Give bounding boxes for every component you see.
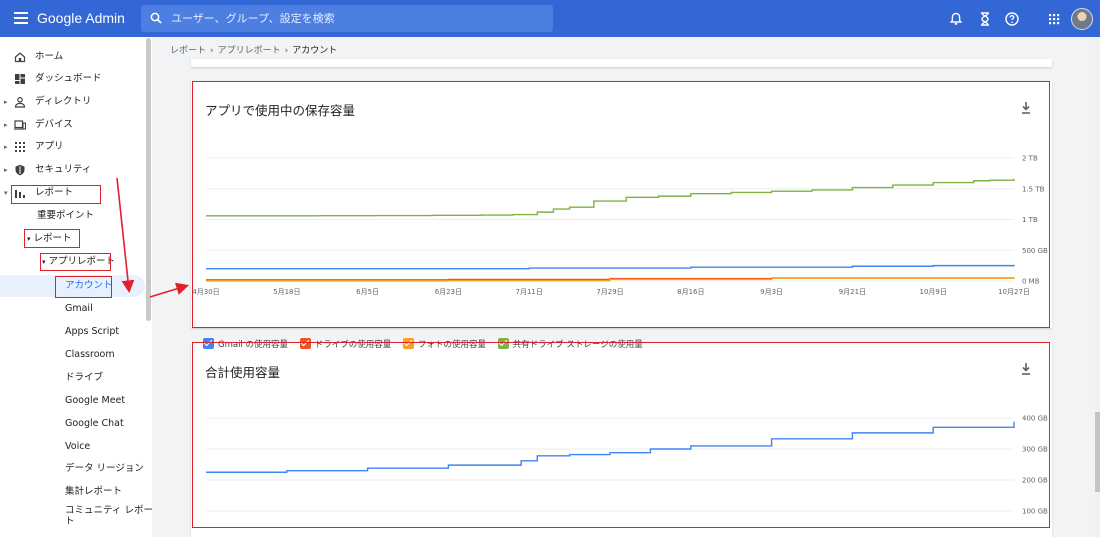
collapse-arrow-icon: ▾ (42, 258, 46, 266)
bar-chart-icon (15, 190, 25, 198)
sidebar-item-label: Gmail (65, 303, 93, 314)
apps-grid-icon[interactable] (1046, 11, 1062, 27)
sidebar-item-label: 重要ポイント (37, 210, 95, 221)
search-input[interactable] (171, 9, 541, 28)
sidebar-item-dashboard[interactable]: ダッシュボード (0, 68, 140, 90)
sidebar-item-directory[interactable]: ▸ ディレクトリ (0, 91, 140, 113)
dashboard-icon (15, 74, 25, 84)
devices-icon (14, 120, 26, 130)
sidebar-item-label: コミュニティ レポー (65, 505, 152, 516)
sidebar-item-label: ディレクトリ (35, 96, 92, 107)
sidebar-item-label: Google Chat (65, 418, 124, 429)
y-tick-label: 300 GB (1022, 446, 1048, 454)
main-content: レポート › アプリレポート › アカウント アプリで使用中の保存容量 合計使用容量 0… (152, 37, 1096, 537)
sidebar-item-reports[interactable]: ▾ レポート (0, 182, 140, 204)
expand-arrow-icon: ▸ (4, 166, 8, 174)
apps-grid-icon (15, 142, 25, 152)
total-usage-chart: 100 GB 200 GB 300 GB 400 GB (206, 415, 1048, 516)
sidebar-scrollbar[interactable] (146, 38, 151, 321)
collapse-arrow-icon: ▾ (27, 235, 31, 243)
sidebar-item-home[interactable]: ホーム (0, 46, 140, 68)
top-app-bar: Google Admin (0, 0, 1100, 37)
sidebar-item-app-reports[interactable]: ▾ アプリレポート (42, 251, 115, 273)
collapse-arrow-icon: ▾ (4, 189, 8, 197)
help-icon[interactable] (1004, 11, 1020, 27)
avatar[interactable] (1071, 8, 1093, 30)
series-line (206, 421, 1015, 473)
app-title[interactable]: Google Admin (37, 10, 125, 26)
sidebar-item-label: アプリ (35, 141, 64, 152)
sidebar-item-label: Google Meet (65, 395, 126, 406)
tasks-hourglass-icon[interactable] (977, 11, 993, 27)
home-icon (14, 52, 26, 63)
sidebar-item-label: デバイス (35, 119, 73, 130)
sidebar-item-label: Classroom (65, 349, 115, 360)
sidebar-item-label: レポート (33, 233, 72, 244)
sidebar-item-security[interactable]: ▸ セキュリティ (0, 159, 140, 181)
person-icon (14, 96, 26, 108)
sidebar-item-reports-sub[interactable]: ▾ レポート (27, 228, 72, 250)
sidebar-item-label: 集計レポート (65, 486, 123, 497)
sidebar: ホーム ダッシュボード ▸ ディレクトリ ▸ デバイス ▸ アプリ ▸ セキュリ… (0, 37, 152, 537)
page-scrollbar-thumb[interactable] (1095, 412, 1100, 492)
y-tick-label: 200 GB (1022, 477, 1048, 485)
sidebar-item-label: ダッシュボード (35, 73, 102, 84)
sidebar-item-label: ト (65, 516, 75, 527)
main-menu-button[interactable] (14, 10, 28, 26)
sidebar-item-label: Voice (65, 441, 91, 452)
sidebar-item-label: データ リージョン (65, 463, 144, 474)
sidebar-item-label: アプリレポート (48, 256, 116, 267)
sidebar-item-devices[interactable]: ▸ デバイス (0, 114, 140, 136)
sidebar-item-label: Apps Script (65, 326, 120, 337)
sidebar-item-label: ドライブ (65, 372, 104, 383)
expand-arrow-icon: ▸ (4, 121, 8, 129)
sidebar-item-label: アカウント (65, 280, 113, 291)
expand-arrow-icon: ▸ (4, 98, 8, 106)
search-box[interactable] (141, 5, 553, 32)
sidebar-item-apps[interactable]: ▸ アプリ (0, 136, 140, 158)
expand-arrow-icon: ▸ (4, 143, 8, 151)
sidebar-item-label: セキュリティ (35, 164, 92, 175)
y-tick-label: 100 GB (1022, 508, 1048, 516)
sidebar-item-label: ホーム (35, 51, 64, 62)
search-icon (150, 12, 162, 24)
shield-icon (15, 164, 25, 176)
sidebar-item-label: レポート (35, 187, 74, 198)
y-tick-label: 400 GB (1022, 415, 1048, 423)
notifications-icon[interactable] (948, 11, 964, 27)
